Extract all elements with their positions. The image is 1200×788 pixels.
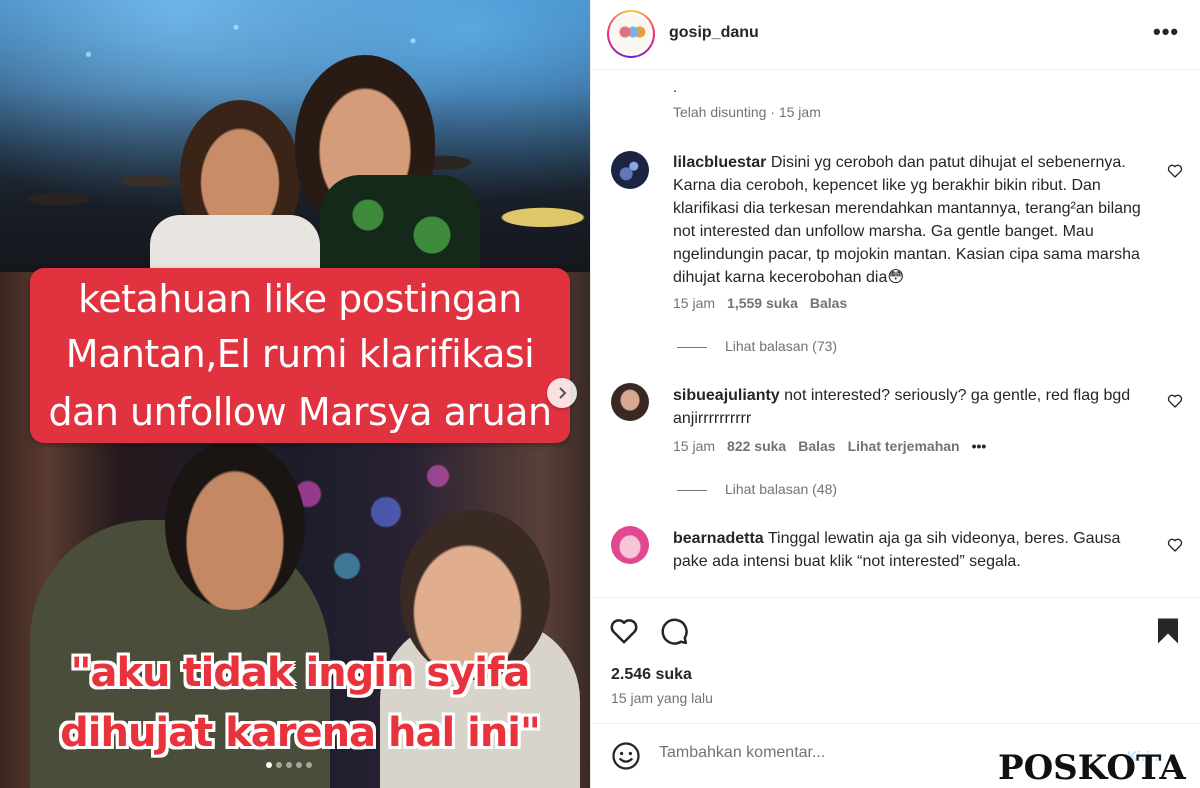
emoji-icon[interactable] xyxy=(611,741,641,771)
comment-username[interactable]: lilacbluestar xyxy=(673,154,766,171)
header-username[interactable]: gosip_danu xyxy=(669,24,759,42)
woman-right-shirt xyxy=(320,175,480,275)
man-face xyxy=(165,440,305,610)
comment-time: 15 jam xyxy=(673,295,716,311)
carousel-dot xyxy=(296,762,302,768)
comment-username[interactable]: sibueajulianty xyxy=(673,387,780,404)
banner-line-1: ketahuan like postingan xyxy=(78,277,522,321)
avatar[interactable] xyxy=(611,526,649,564)
view-replies-button[interactable]: Lihat balasan (48) xyxy=(677,481,837,497)
quote-line-2: dihujat karena hal ini" xyxy=(60,710,541,756)
translate-button[interactable]: Lihat terjemahan xyxy=(848,438,960,454)
carousel-dot xyxy=(276,762,282,768)
heart-icon[interactable] xyxy=(1167,163,1183,179)
reply-button[interactable]: Balas xyxy=(798,438,835,454)
quote-line-1: "aku tidak ingin syifa xyxy=(70,650,531,696)
carousel-dot xyxy=(266,762,272,768)
banner-line-3: dan unfollow Marsya aruan xyxy=(48,390,552,434)
carousel-next-button[interactable] xyxy=(547,378,577,408)
like-heart-icon[interactable] xyxy=(609,616,639,646)
post-actions: 2.546 suka 15 jam yang lalu xyxy=(591,597,1200,723)
heart-icon[interactable] xyxy=(1167,537,1183,553)
bookmark-icon[interactable] xyxy=(1153,616,1183,646)
carousel-indicator xyxy=(266,762,312,768)
comment-text: Disini yg ceroboh dan patut dihujat el s… xyxy=(673,154,1141,286)
woman-left-shirt xyxy=(150,215,320,275)
post-header: gosip_danu ••• xyxy=(591,0,1200,70)
post-likes[interactable]: 2.546 suka xyxy=(611,666,692,684)
previous-comment-text: . xyxy=(673,79,678,96)
post-media: ketahuan like postingan Mantan,El rumi k… xyxy=(0,0,590,788)
avatar[interactable] xyxy=(611,151,649,189)
comments-list: . Telah disunting · 15 jam lilacbluestar… xyxy=(591,71,1200,597)
view-replies-label: Lihat balasan (73) xyxy=(725,338,838,354)
comment-time: 15 jam xyxy=(673,438,716,454)
heart-icon[interactable] xyxy=(1167,393,1183,409)
carousel-dot xyxy=(286,762,292,768)
comment-icon[interactable] xyxy=(659,616,689,646)
comment-more-icon[interactable]: ••• xyxy=(972,438,987,454)
comment-body: sibueajulianty not interested? seriously… xyxy=(673,384,1153,430)
reply-button[interactable]: Balas xyxy=(810,295,847,311)
comment-likes[interactable]: 1,559 suka xyxy=(727,295,798,311)
comment-meta: 15 jam 822 suka Balas Lihat terjemahan ••• xyxy=(673,438,998,454)
comment-meta: 15 jam 1,559 suka Balas xyxy=(673,295,859,311)
post-panel: gosip_danu ••• . Telah disunting · 15 ja… xyxy=(590,0,1200,788)
comment-username[interactable]: bearnadetta xyxy=(673,530,764,547)
view-replies-label: Lihat balasan (48) xyxy=(725,481,838,497)
post-time: 15 jam yang lalu xyxy=(611,690,713,706)
avatar[interactable] xyxy=(607,10,655,58)
view-replies-button[interactable]: Lihat balasan (73) xyxy=(677,338,837,354)
comment-body: bearnadetta Tinggal lewatin aja ga sih v… xyxy=(673,527,1153,573)
banner-line-2: Mantan,El rumi klarifikasi xyxy=(65,332,535,376)
chevron-right-icon xyxy=(559,387,567,399)
comment-likes[interactable]: 822 suka xyxy=(727,438,786,454)
watermark-logo: POSKOTA xyxy=(998,748,1186,788)
comment-body: lilacbluestar Disini yg ceroboh dan patu… xyxy=(673,151,1153,289)
more-options-icon[interactable]: ••• xyxy=(1153,21,1179,43)
avatar[interactable] xyxy=(611,383,649,421)
previous-comment-meta: Telah disunting · 15 jam xyxy=(673,104,821,120)
carousel-dot xyxy=(306,762,312,768)
